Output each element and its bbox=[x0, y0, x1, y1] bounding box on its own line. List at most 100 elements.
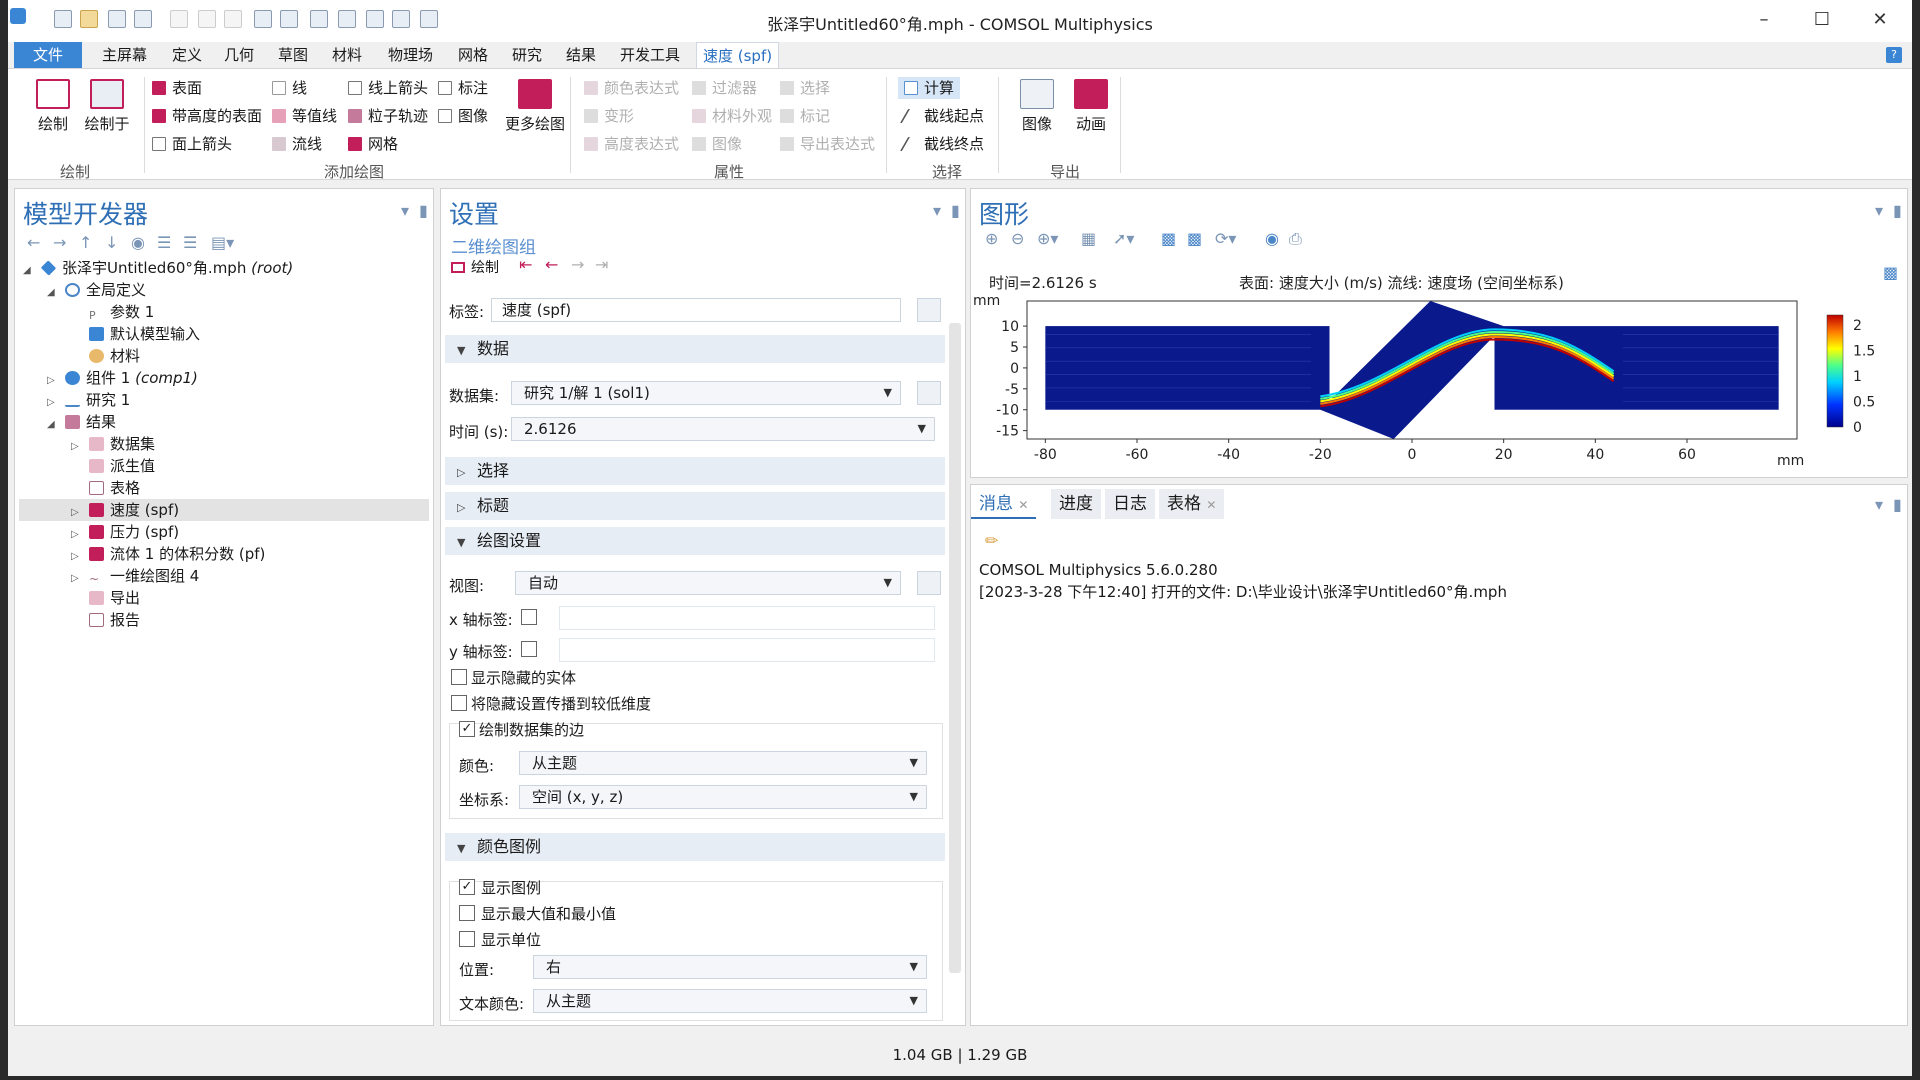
add-line-arrow-button[interactable]: 线上箭头 bbox=[348, 77, 428, 99]
dataset-goto-button[interactable] bbox=[917, 381, 941, 405]
dataset-select[interactable]: 研究 1/解 1 (sol1) ▼ bbox=[511, 381, 901, 405]
tree-item-datasets[interactable]: ▷ 数据集 bbox=[71, 433, 155, 455]
zoom-extents-icon[interactable]: ▦ bbox=[1081, 229, 1096, 248]
tree-options-icon[interactable]: ▤▾ bbox=[211, 233, 234, 252]
tree-item-export[interactable]: 导出 bbox=[71, 587, 140, 609]
export-expression-button[interactable]: 导出表达式 bbox=[780, 133, 875, 155]
section-plot-settings[interactable]: ▼ 绘图设置 bbox=[445, 527, 945, 555]
tree-item-derived-values[interactable]: 派生值 bbox=[71, 455, 155, 477]
pin-icon[interactable]: ▮ bbox=[951, 201, 960, 220]
menu-definitions[interactable]: 定义 bbox=[166, 42, 208, 68]
add-streamline-button[interactable]: 流线 bbox=[272, 133, 322, 155]
color-expression-button[interactable]: 颜色表达式 bbox=[584, 77, 679, 99]
tab-progress[interactable]: 进度 bbox=[1051, 489, 1101, 519]
panel-menu-icon[interactable]: ▾ bbox=[401, 201, 409, 220]
show-minmax-checkbox[interactable] bbox=[459, 905, 475, 921]
menu-mesh[interactable]: 网格 bbox=[452, 42, 494, 68]
pin-icon[interactable]: ▮ bbox=[419, 201, 428, 220]
pin-icon[interactable]: ▮ bbox=[1893, 201, 1902, 220]
tab-table[interactable]: 表格 ✕ bbox=[1159, 489, 1225, 519]
close-button[interactable]: ✕ bbox=[1856, 5, 1904, 35]
label-input[interactable]: 速度 (spf) bbox=[491, 298, 901, 322]
compute-button[interactable]: 计算 bbox=[898, 77, 961, 99]
forward-arrow-icon[interactable]: → bbox=[53, 233, 66, 252]
zoom-out-icon[interactable]: ⊖ bbox=[1011, 229, 1024, 248]
panel-menu-icon[interactable]: ▾ bbox=[1875, 495, 1883, 514]
settings-scrollbar[interactable] bbox=[949, 323, 961, 973]
add-particle-trace-button[interactable]: 粒子轨迹 bbox=[348, 105, 428, 127]
zoom-box-icon[interactable]: ⊕▾ bbox=[1037, 229, 1058, 248]
panel-menu-icon[interactable]: ▾ bbox=[1875, 201, 1883, 220]
tree-item-results[interactable]: ◢ 结果 bbox=[47, 411, 116, 433]
color-select[interactable]: 从主题 ▼ bbox=[519, 751, 927, 775]
add-mesh-button[interactable]: 网格 bbox=[348, 133, 398, 155]
camera-icon[interactable]: ◉ bbox=[1265, 229, 1279, 248]
clear-messages-icon[interactable]: ✏ bbox=[985, 531, 998, 550]
add-height-surface-button[interactable]: 带高度的表面 bbox=[152, 105, 262, 127]
panel-menu-icon[interactable]: ▾ bbox=[933, 201, 941, 220]
menu-materials[interactable]: 材料 bbox=[326, 42, 368, 68]
settings-plot-button[interactable]: 绘制 bbox=[451, 257, 499, 277]
menu-study[interactable]: 研究 bbox=[506, 42, 548, 68]
menu-developer[interactable]: 开发工具 bbox=[614, 42, 686, 68]
last-icon[interactable]: ⇥ bbox=[595, 255, 608, 274]
add-annotation-button[interactable]: 标注 bbox=[438, 77, 488, 99]
section-data[interactable]: ▼ 数据 bbox=[445, 335, 945, 363]
menu-physics[interactable]: 物理场 bbox=[382, 42, 439, 68]
text-color-select[interactable]: 从主题 ▼ bbox=[533, 989, 927, 1013]
add-surface-button[interactable]: 表面 bbox=[152, 77, 202, 99]
time-select[interactable]: 2.6126 ▼ bbox=[511, 417, 935, 441]
scene-light-icon[interactable]: ⟳▾ bbox=[1215, 229, 1236, 248]
ylabel-checkbox[interactable] bbox=[521, 641, 537, 657]
tab-messages[interactable]: 消息 ✕ bbox=[971, 489, 1037, 519]
xlabel-checkbox[interactable] bbox=[521, 609, 537, 625]
tree-item-tables[interactable]: 表格 bbox=[71, 477, 140, 499]
axis-toggle-icon[interactable]: ▩ bbox=[1187, 229, 1202, 248]
show-icon[interactable]: ◉ bbox=[131, 233, 145, 252]
collapse-all-icon[interactable]: ☰ bbox=[183, 233, 197, 252]
filter-button[interactable]: 过滤器 bbox=[692, 77, 757, 99]
menu-context-velocity[interactable]: 速度 (spf) bbox=[696, 42, 780, 68]
position-select[interactable]: 右 ▼ bbox=[533, 955, 927, 979]
cut-line-end-button[interactable]: 截线终点 bbox=[899, 133, 984, 155]
selection-attr-button[interactable]: 选择 bbox=[780, 77, 830, 99]
add-contour-button[interactable]: 等值线 bbox=[272, 105, 337, 127]
view-select[interactable]: 自动 ▼ bbox=[515, 571, 901, 595]
close-icon[interactable]: ✕ bbox=[1206, 498, 1216, 512]
section-color-legend[interactable]: ▼ 颜色图例 bbox=[445, 833, 945, 861]
more-plots-button[interactable]: 更多绘图 bbox=[500, 79, 570, 134]
tree-item-study[interactable]: ▷ 研究 1 bbox=[47, 389, 130, 411]
view-goto-button[interactable] bbox=[917, 571, 941, 595]
plot-in-button[interactable]: 绘制于 bbox=[78, 79, 136, 134]
help-icon[interactable]: ? bbox=[1886, 47, 1902, 63]
grid-toggle-icon[interactable]: ▩ bbox=[1161, 229, 1176, 248]
expand-all-icon[interactable]: ☰ bbox=[157, 233, 171, 252]
velocity-plot[interactable]: 时间=2.6126 s 表面: 速度大小 (m/s) 流线: 速度场 (空间坐标… bbox=[971, 267, 1907, 477]
tree-item-parameters[interactable]: P 参数 1 bbox=[71, 301, 154, 323]
previous-icon[interactable]: ← bbox=[545, 255, 558, 274]
image-attr-button[interactable]: 图像 bbox=[692, 133, 742, 155]
minimize-button[interactable]: – bbox=[1740, 5, 1788, 35]
show-legend-checkbox[interactable]: ✓ bbox=[459, 879, 475, 895]
tree-item-global-definitions[interactable]: ◢ 全局定义 bbox=[47, 279, 146, 301]
zoom-in-icon[interactable]: ⊕ bbox=[985, 229, 998, 248]
label-info-button[interactable] bbox=[917, 298, 941, 322]
xlabel-input[interactable] bbox=[559, 606, 935, 630]
plot-dataset-edges-checkbox[interactable]: ✓ bbox=[459, 721, 475, 737]
export-image-button[interactable]: 图像 bbox=[1008, 79, 1066, 134]
section-selection[interactable]: ▷ 选择 bbox=[445, 457, 945, 485]
menu-results[interactable]: 结果 bbox=[560, 42, 602, 68]
tree-item-default-inputs[interactable]: 默认模型输入 bbox=[71, 323, 200, 345]
show-units-checkbox[interactable] bbox=[459, 931, 475, 947]
tree-item-velocity-plot[interactable]: ▷ 速度 (spf) bbox=[19, 499, 429, 521]
export-animation-button[interactable]: 动画 bbox=[1062, 79, 1120, 134]
cut-line-start-button[interactable]: 截线起点 bbox=[899, 105, 984, 127]
tree-item-1d-plot[interactable]: ▷ ~ 一维绘图组 4 bbox=[71, 565, 199, 587]
maximize-button[interactable]: ☐ bbox=[1798, 5, 1846, 35]
pin-icon[interactable]: ▮ bbox=[1893, 495, 1902, 514]
tree-item-global-materials[interactable]: 材料 bbox=[71, 345, 140, 367]
menu-file[interactable]: 文件 bbox=[14, 42, 82, 68]
height-expression-button[interactable]: 高度表达式 bbox=[584, 133, 679, 155]
ylabel-input[interactable] bbox=[559, 638, 935, 662]
first-icon[interactable]: ⇤ bbox=[519, 255, 532, 274]
